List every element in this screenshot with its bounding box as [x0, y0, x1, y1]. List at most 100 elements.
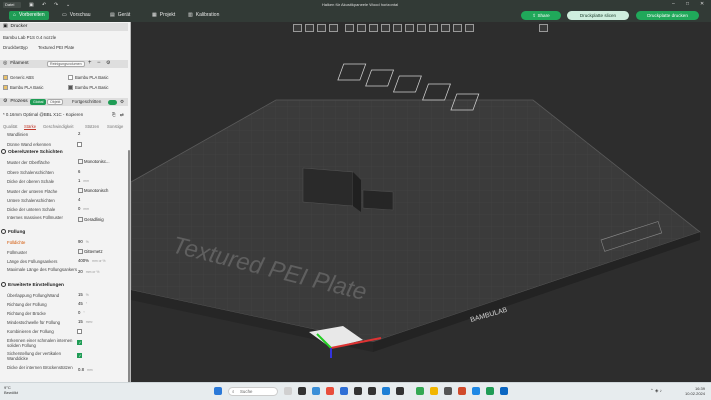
thin-wall-checkbox[interactable]	[77, 142, 82, 147]
maximize-icon[interactable]: □	[686, 1, 689, 7]
minimum-infill-area-field[interactable]: 15 mm²	[78, 319, 93, 325]
sidebar-scrollbar[interactable]	[128, 150, 130, 382]
weather-widget[interactable]: 9°C Bewölkt	[4, 385, 18, 395]
process-settings-icon[interactable]: ⚙	[120, 98, 124, 106]
rotate-icon[interactable]	[357, 24, 366, 32]
support-paint-icon[interactable]	[405, 24, 414, 32]
filament-slot[interactable]: Generic ABS	[3, 74, 63, 82]
filament-slot[interactable]: Bambu PLA Basic	[68, 74, 128, 82]
internal-bridge-support-field[interactable]: 0.8 mm	[78, 367, 93, 373]
top-shell-thickness-field[interactable]: 1 mm	[78, 178, 89, 184]
lay-on-face-icon[interactable]	[381, 24, 390, 32]
chrome-icon[interactable]	[416, 387, 424, 395]
tab-preview[interactable]: ▭ Vorschau	[58, 11, 95, 20]
tab-strength[interactable]: Stärke	[24, 124, 37, 130]
taskbar-clock[interactable]: 16:39 10.02.2024	[675, 386, 705, 396]
infill-anchor-length-field[interactable]: 400% mm or %	[78, 258, 106, 264]
app-icon[interactable]	[312, 387, 320, 395]
filament-slot[interactable]: Bambu PLA Basic	[68, 84, 128, 92]
orient-icon[interactable]	[317, 24, 326, 32]
filament-color-swatch[interactable]	[3, 75, 8, 81]
infill-direction-field[interactable]: 45 °	[78, 301, 87, 307]
filament-settings-icon[interactable]: ⚙	[106, 60, 110, 66]
infill-density-field[interactable]: 90%	[78, 239, 89, 245]
bed-type-select[interactable]: Textured PEI Plate	[38, 45, 74, 51]
add-plate-icon[interactable]	[305, 24, 314, 32]
app-icon[interactable]	[396, 387, 404, 395]
bottom-pattern-select[interactable]: Monotonisch	[78, 188, 108, 194]
file-menu[interactable]: Datei	[3, 2, 21, 8]
save-preset-icon[interactable]: ⎘	[112, 112, 116, 118]
assembly-icon[interactable]	[465, 24, 474, 32]
app-icon[interactable]	[354, 387, 362, 395]
advanced-toggle[interactable]	[108, 100, 117, 105]
cut-icon[interactable]	[393, 24, 402, 32]
flush-volumes-button[interactable]: Reinigungsvolumen	[47, 61, 85, 67]
object-toggle[interactable]: Objekt	[47, 99, 64, 105]
process-preset-select[interactable]: * 0.16mm Optimal @BBL X1C - Kopieren	[3, 112, 83, 118]
tab-others[interactable]: Sonstige	[107, 124, 123, 129]
measure-icon[interactable]	[453, 24, 462, 32]
wall-loops-field[interactable]: 2	[78, 131, 80, 137]
3d-viewport[interactable]: Textured PEI Plate BAMBULAB	[131, 22, 711, 382]
global-toggle[interactable]: Global	[30, 99, 47, 105]
scale-icon[interactable]	[369, 24, 378, 32]
app-icon[interactable]	[382, 387, 390, 395]
bottom-shell-thickness-field[interactable]: 0 mm	[78, 206, 89, 212]
tab-speed[interactable]: Geschwindigkeit	[43, 124, 74, 129]
bridge-direction-field[interactable]: 0 °	[78, 310, 85, 316]
print-plate-button[interactable]: Druckplatte drucken	[636, 11, 699, 20]
system-tray-icons[interactable]: ⌃ ◈ ♪	[650, 388, 662, 394]
app-icon[interactable]	[444, 387, 452, 395]
tab-calibration[interactable]: ▥ Kalibration	[184, 11, 223, 20]
app-icon[interactable]	[326, 387, 334, 395]
taskbar-search[interactable]: ⌕ Suche	[228, 387, 278, 396]
filament-slot[interactable]: Bambu PLA Basic	[3, 84, 63, 92]
app-icon[interactable]	[340, 387, 348, 395]
tab-prepare[interactable]: ⌂ Vorbereiten	[9, 11, 49, 20]
app-icon[interactable]	[472, 387, 480, 395]
compare-preset-icon[interactable]: ⇄	[120, 112, 124, 118]
tab-project[interactable]: ▦ Projekt	[148, 11, 179, 20]
tab-device[interactable]: ▤ Gerät	[106, 11, 134, 20]
arrange-icon[interactable]	[329, 24, 338, 32]
close-icon[interactable]: ✕	[700, 1, 704, 7]
detect-narrow-solid-infill-checkbox[interactable]	[77, 340, 82, 345]
save-icon[interactable]: ▣	[29, 2, 34, 8]
app-icon[interactable]	[500, 387, 508, 395]
tab-support[interactable]: Stützen	[85, 124, 99, 129]
color-paint-icon[interactable]	[429, 24, 438, 32]
add-object-icon[interactable]	[293, 24, 302, 32]
taskview-icon[interactable]	[284, 387, 292, 395]
text-tool-icon[interactable]	[441, 24, 450, 32]
filament-color-swatch[interactable]	[68, 75, 73, 81]
infill-anchor-max-field[interactable]: 20 mm or %	[78, 269, 99, 275]
combine-infill-checkbox[interactable]	[77, 329, 82, 334]
app-icon[interactable]	[458, 387, 466, 395]
undo-icon[interactable]: ↶	[42, 2, 46, 8]
move-icon[interactable]	[345, 24, 354, 32]
build-plate-scene[interactable]: Textured PEI Plate BAMBULAB	[131, 22, 711, 382]
share-button[interactable]: ⇪ Share	[521, 11, 561, 20]
filament-color-swatch[interactable]	[68, 85, 73, 91]
infill-wall-overlap-field[interactable]: 15%	[78, 292, 89, 298]
internal-solid-pattern-select[interactable]: Geradlinig	[78, 217, 104, 223]
dropdown-icon[interactable]: ⌄	[66, 2, 70, 8]
ensure-vertical-shell-checkbox[interactable]	[77, 353, 82, 358]
seam-paint-icon[interactable]	[417, 24, 426, 32]
remove-filament-icon[interactable]: −	[97, 60, 101, 66]
filament-color-swatch[interactable]	[3, 85, 8, 91]
start-icon[interactable]	[214, 387, 222, 395]
redo-icon[interactable]: ↷	[54, 2, 58, 8]
bambu-studio-icon[interactable]	[486, 387, 494, 395]
printer-select[interactable]: Bambu Lab P1S 0.4 nozzle	[3, 35, 56, 41]
slice-plate-button[interactable]: Druckplatte slicen	[567, 11, 629, 20]
top-pattern-select[interactable]: Monotonisc...	[78, 159, 110, 165]
bottom-shell-layers-field[interactable]: 4	[78, 197, 80, 203]
view-icon[interactable]	[539, 24, 548, 32]
minimize-icon[interactable]: –	[672, 1, 675, 7]
app-icon[interactable]	[298, 387, 306, 395]
file-explorer-icon[interactable]	[430, 387, 438, 395]
top-shell-layers-field[interactable]: 6	[78, 169, 80, 175]
tab-quality[interactable]: Qualität	[3, 124, 17, 129]
